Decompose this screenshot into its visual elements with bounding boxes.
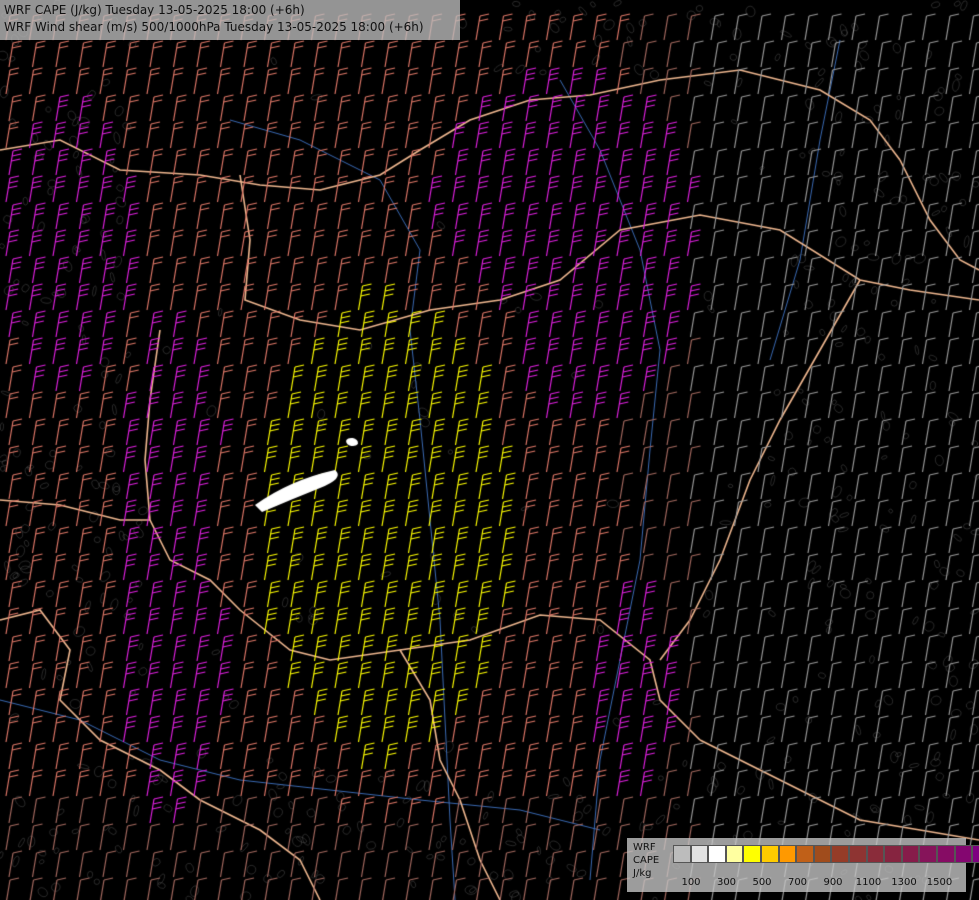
legend-model: WRF [633,842,656,853]
legend-tick-label: 700 [787,877,808,888]
legend-tick-label: 500 [752,877,772,888]
legend-swatch [760,845,779,863]
legend-swatch [690,845,709,863]
legend-swatch [866,845,885,863]
legend-swatch [813,845,832,863]
map-title: WRF CAPE (J/kg) Tuesday 13-05-2025 18:00… [0,0,460,40]
legend-tick-label: 100 [681,877,701,888]
legend-swatch [831,845,849,863]
legend-tick-label: 1300 [891,877,917,888]
cape-legend: WRF CAPE J/kg 100 300 500 700 900 1100 1300 150… [627,838,979,892]
legend-field: CAPE [633,855,660,866]
legend-swatch [743,845,761,863]
legend-tick-label: 900 [823,877,843,888]
legend-swatch [673,845,691,863]
legend-color-scale [673,845,979,863]
legend-swatch [954,845,973,863]
title-cape: WRF CAPE (J/kg) Tuesday 13-05-2025 18:00… [4,3,305,17]
legend-tick-label: 1500 [926,877,953,888]
legend-swatch [708,845,726,863]
legend-swatch [796,845,814,863]
legend-swatch [848,845,867,863]
legend-unit: J/kg [633,868,652,879]
legend-swatch [778,845,797,863]
legend-tick-label: 1100 [855,877,882,888]
legend-tick-label: 300 [716,877,737,888]
map-canvas [0,0,979,900]
legend-swatch [884,845,902,863]
legend-swatch [919,845,937,863]
legend-swatch [936,845,955,863]
legend-swatch [972,845,979,863]
legend-swatch [901,845,920,863]
legend-swatch [725,845,744,863]
title-wind-shear: WRF Wind shear (m/s) 500/1000hPa Tuesday… [4,20,424,34]
